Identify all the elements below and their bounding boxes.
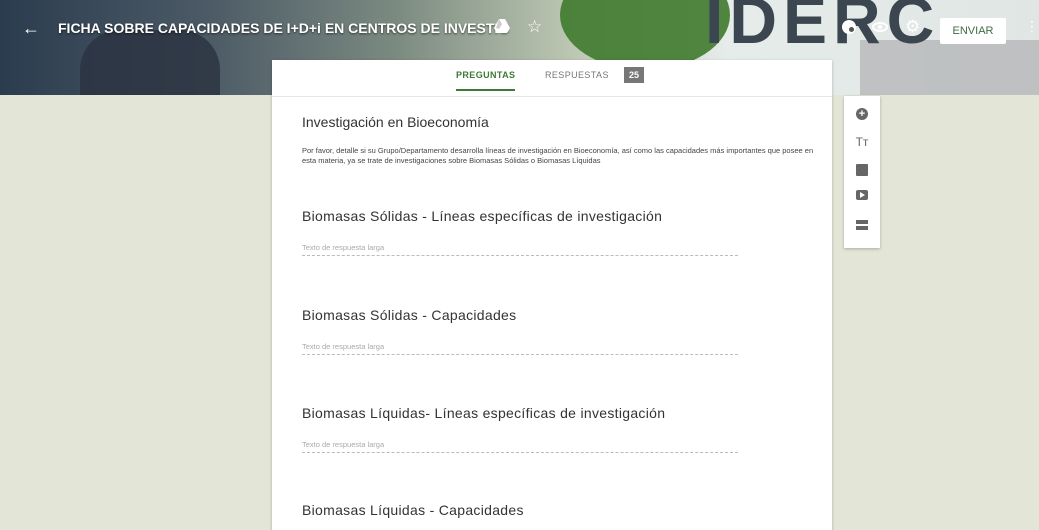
form-card: PREGUNTAS RESPUESTAS 25 Investigación en…: [272, 60, 832, 530]
add-image-icon[interactable]: [844, 158, 880, 182]
send-button[interactable]: ENVIAR: [940, 18, 1006, 44]
tab-responses[interactable]: RESPUESTAS: [545, 70, 609, 80]
section-description[interactable]: Por favor, detalle si su Grupo/Departame…: [302, 146, 822, 166]
add-question-icon[interactable]: +: [844, 104, 880, 128]
banner-decoration: [80, 30, 220, 95]
long-answer-field: Texto de respuesta larga: [302, 243, 738, 256]
responses-count-badge: 25: [624, 67, 645, 83]
long-answer-field: Texto de respuesta larga: [302, 342, 738, 355]
back-arrow-icon[interactable]: ←: [22, 18, 40, 38]
palette-icon[interactable]: [842, 20, 856, 34]
long-answer-field: Texto de respuesta larga: [302, 440, 738, 453]
add-video-icon[interactable]: [844, 184, 880, 208]
question-title[interactable]: Biomasas Líquidas- Líneas específicas de…: [302, 405, 665, 421]
question-title[interactable]: Biomasas Sólidas - Capacidades: [302, 307, 516, 323]
form-title[interactable]: FICHA SOBRE CAPACIDADES DE I+D+i EN CENT…: [58, 20, 509, 36]
drive-icon[interactable]: [494, 19, 510, 37]
section-title[interactable]: Investigación en Bioeconomía: [302, 114, 489, 130]
star-icon[interactable]: ☆: [527, 17, 542, 37]
tab-bar: PREGUNTAS RESPUESTAS 25: [272, 60, 832, 97]
question-title[interactable]: Biomasas Sólidas - Líneas específicas de…: [302, 208, 662, 224]
add-section-icon[interactable]: [844, 211, 880, 235]
tab-questions[interactable]: PREGUNTAS: [456, 70, 516, 91]
add-title-icon[interactable]: Tт: [844, 130, 880, 154]
more-icon[interactable]: ⋮: [1025, 18, 1039, 35]
eye-icon[interactable]: [872, 22, 888, 32]
gear-icon[interactable]: ⚙: [905, 17, 920, 37]
form-toolbar: + Tт: [844, 96, 880, 248]
